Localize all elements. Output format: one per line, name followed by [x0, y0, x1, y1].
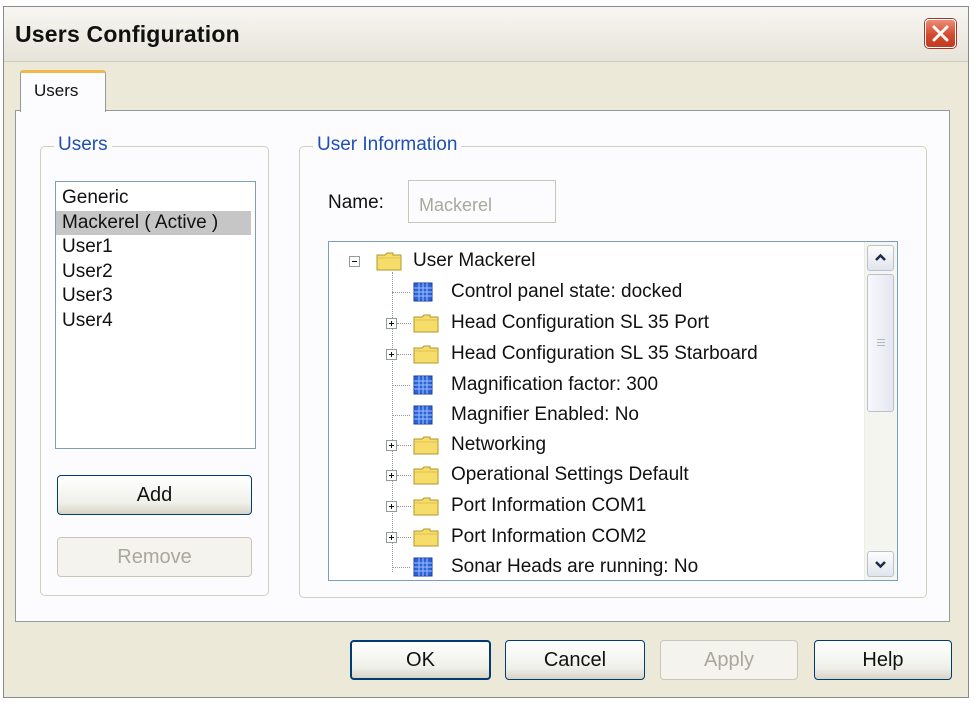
- window-title: Users Configuration: [15, 21, 240, 47]
- tree-node-magnification-factor[interactable]: Magnification factor: 300: [451, 370, 658, 400]
- chevron-down-icon: [875, 561, 886, 569]
- tree-connector-line: [397, 354, 411, 355]
- expand-toggle[interactable]: [386, 318, 397, 329]
- folder-icon: [413, 436, 439, 455]
- tree-connector-line: [397, 537, 411, 538]
- expand-toggle[interactable]: [386, 470, 397, 481]
- expand-toggle[interactable]: [386, 440, 397, 451]
- apply-button[interactable]: Apply: [660, 640, 798, 680]
- folder-icon: [376, 252, 402, 271]
- grip-line: [877, 342, 885, 343]
- setting-icon: [413, 282, 433, 302]
- remove-user-button[interactable]: Remove: [57, 537, 252, 577]
- tree-connector-line: [392, 385, 410, 386]
- folder-icon: [413, 528, 439, 547]
- add-user-button[interactable]: Add: [57, 475, 252, 515]
- name-label: Name:: [328, 192, 384, 213]
- scroll-down-button[interactable]: [867, 551, 894, 577]
- tree-connector-line: [392, 272, 393, 572]
- folder-icon: [413, 466, 439, 485]
- close-icon: [932, 25, 949, 42]
- tree-node-port-com1[interactable]: Port Information COM1: [451, 491, 646, 521]
- cancel-button[interactable]: Cancel: [505, 640, 645, 680]
- user-list-item-user4[interactable]: User4: [56, 309, 255, 334]
- user-settings-tree[interactable]: User Mackerel Control panel state: docke…: [328, 241, 898, 581]
- ok-button[interactable]: OK: [350, 640, 491, 680]
- user-list-item-mackerel[interactable]: Mackerel ( Active ): [56, 210, 251, 235]
- tree-connector-line: [397, 506, 411, 507]
- close-button[interactable]: [925, 19, 956, 48]
- help-button[interactable]: Help: [814, 640, 952, 680]
- user-list-item-generic[interactable]: Generic: [56, 186, 255, 211]
- tree-root-user-mackerel[interactable]: User Mackerel: [413, 246, 535, 276]
- expand-toggle[interactable]: [386, 349, 397, 360]
- tree-connector-line: [397, 475, 411, 476]
- tree-node-sonar-heads-running[interactable]: Sonar Heads are running: No: [451, 552, 698, 580]
- expand-toggle[interactable]: [386, 501, 397, 512]
- user-list-item-user1[interactable]: User1: [56, 235, 255, 260]
- tab-users[interactable]: Users: [20, 70, 106, 112]
- tree-connector-line: [397, 445, 411, 446]
- expand-toggle[interactable]: [386, 532, 397, 543]
- user-information-legend: User Information: [313, 134, 462, 156]
- tree-connector-line: [392, 567, 410, 568]
- folder-icon: [413, 345, 439, 364]
- users-listbox[interactable]: Generic Mackerel ( Active ) User1 User2 …: [55, 181, 256, 449]
- tree-connector-line: [392, 415, 410, 416]
- tree-vertical-scrollbar[interactable]: [864, 242, 897, 580]
- tree-node-control-panel-state[interactable]: Control panel state: docked: [451, 277, 682, 307]
- setting-icon: [413, 405, 433, 425]
- tree-node-head-config-starboard[interactable]: Head Configuration SL 35 Starboard: [451, 339, 758, 369]
- setting-icon: [413, 557, 433, 577]
- tree-node-operational-settings[interactable]: Operational Settings Default: [451, 460, 689, 490]
- tree-node-head-config-port[interactable]: Head Configuration SL 35 Port: [451, 308, 709, 338]
- name-field[interactable]: [408, 180, 556, 223]
- title-bar[interactable]: Users Configuration: [4, 7, 968, 62]
- folder-icon: [413, 314, 439, 333]
- folder-icon: [413, 497, 439, 516]
- tab-users-label: Users: [34, 81, 79, 100]
- user-list-item-user2[interactable]: User2: [56, 260, 255, 285]
- root-collapse-toggle[interactable]: [349, 256, 360, 267]
- chevron-up-icon: [875, 253, 886, 261]
- tree-connector-line: [397, 323, 411, 324]
- grip-line: [877, 345, 885, 346]
- grip-line: [877, 339, 885, 340]
- setting-icon: [413, 375, 433, 395]
- users-group-legend: Users: [54, 134, 112, 156]
- tree-node-networking[interactable]: Networking: [451, 430, 546, 460]
- tree-node-magnifier-enabled[interactable]: Magnifier Enabled: No: [451, 400, 639, 430]
- user-list-item-user3[interactable]: User3: [56, 284, 255, 309]
- tree-node-port-com2[interactable]: Port Information COM2: [451, 522, 646, 552]
- scroll-thumb[interactable]: [867, 274, 894, 412]
- tree-connector-line: [392, 292, 410, 293]
- scroll-up-button[interactable]: [867, 245, 894, 271]
